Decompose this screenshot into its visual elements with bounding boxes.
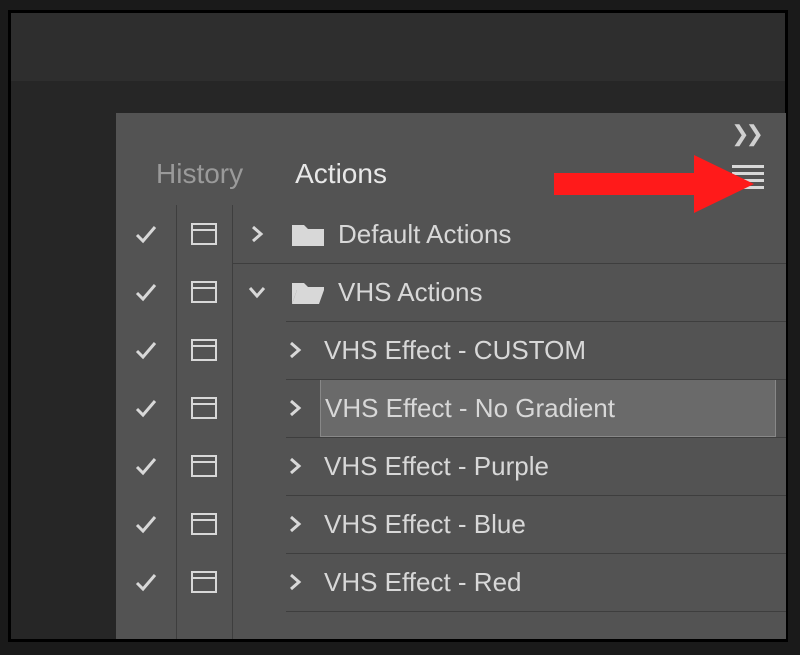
expand-toggle[interactable]: [232, 379, 320, 437]
checkmark-icon: [134, 338, 158, 362]
panel-menu-button[interactable]: [732, 161, 764, 193]
action-row[interactable]: VHS Effect - CUSTOM: [116, 321, 786, 379]
checkmark-icon: [134, 396, 158, 420]
actions-list: Default Actions VHS Actions: [116, 205, 786, 611]
action-row[interactable]: VHS Effect - Purple: [116, 437, 786, 495]
panel-tabbar: History Actions: [130, 143, 786, 205]
toggle-checkbox[interactable]: [116, 263, 176, 321]
action-label: VHS Effect - Purple: [320, 437, 786, 495]
action-set-row[interactable]: Default Actions: [116, 205, 786, 263]
dialog-toggle[interactable]: [176, 321, 232, 379]
dialog-icon: [191, 571, 217, 593]
toggle-checkbox[interactable]: [116, 437, 176, 495]
dialog-icon: [191, 455, 217, 477]
toggle-checkbox[interactable]: [116, 495, 176, 553]
tab-actions[interactable]: Actions: [269, 143, 413, 205]
dialog-icon: [191, 223, 217, 245]
tab-history[interactable]: History: [130, 143, 269, 205]
folder-icon: [291, 221, 325, 247]
chevron-right-icon: [285, 340, 305, 360]
dialog-toggle[interactable]: [176, 495, 232, 553]
checkmark-icon: [134, 454, 158, 478]
divider: [232, 263, 786, 264]
action-row[interactable]: VHS Effect - Red: [116, 553, 786, 611]
divider: [286, 553, 786, 554]
action-row[interactable]: VHS Effect - Blue: [116, 495, 786, 553]
expand-toggle[interactable]: [232, 263, 282, 321]
set-icon-wrap: [282, 263, 334, 321]
dialog-icon: [191, 281, 217, 303]
divider: [286, 321, 786, 322]
folder-open-icon: [291, 279, 325, 305]
action-label: VHS Effect - Blue: [320, 495, 786, 553]
checkmark-icon: [134, 222, 158, 246]
chevron-right-icon: [285, 456, 305, 476]
expand-toggle[interactable]: [232, 205, 282, 263]
toggle-checkbox[interactable]: [116, 321, 176, 379]
dialog-icon: [191, 397, 217, 419]
checkmark-icon: [134, 280, 158, 304]
tab-label: Actions: [295, 158, 387, 190]
dialog-toggle[interactable]: [176, 205, 232, 263]
action-label: VHS Effect - No Gradient: [320, 379, 776, 437]
expand-toggle[interactable]: [232, 321, 320, 379]
checkmark-icon: [134, 512, 158, 536]
actions-panel: ❯❯ History Actions: [116, 113, 786, 639]
toggle-checkbox[interactable]: [116, 205, 176, 263]
action-label: VHS Effect - CUSTOM: [320, 321, 786, 379]
divider: [286, 611, 786, 612]
app-frame: ❯❯ History Actions: [8, 10, 788, 642]
expand-toggle[interactable]: [232, 553, 320, 611]
checkmark-icon: [134, 570, 158, 594]
action-label: VHS Effect - Red: [320, 553, 786, 611]
dialog-icon: [191, 339, 217, 361]
dialog-toggle[interactable]: [176, 437, 232, 495]
dialog-toggle[interactable]: [176, 379, 232, 437]
expand-toggle[interactable]: [232, 495, 320, 553]
action-set-label: VHS Actions: [334, 263, 786, 321]
dialog-toggle[interactable]: [176, 553, 232, 611]
expand-toggle[interactable]: [232, 437, 320, 495]
toggle-checkbox[interactable]: [116, 553, 176, 611]
divider: [286, 379, 786, 380]
set-icon-wrap: [282, 205, 334, 263]
action-set-row[interactable]: VHS Actions: [116, 263, 786, 321]
dialog-icon: [191, 513, 217, 535]
divider: [286, 495, 786, 496]
tab-label: History: [156, 158, 243, 190]
action-row[interactable]: VHS Effect - No Gradient: [116, 379, 786, 437]
action-set-label: Default Actions: [334, 205, 786, 263]
divider: [286, 437, 786, 438]
chevron-right-icon: [285, 398, 305, 418]
chevron-right-icon: [285, 514, 305, 534]
chevron-down-icon: [247, 282, 267, 302]
chevron-right-icon: [285, 572, 305, 592]
chevron-right-icon: [247, 224, 267, 244]
toggle-checkbox[interactable]: [116, 379, 176, 437]
dialog-toggle[interactable]: [176, 263, 232, 321]
